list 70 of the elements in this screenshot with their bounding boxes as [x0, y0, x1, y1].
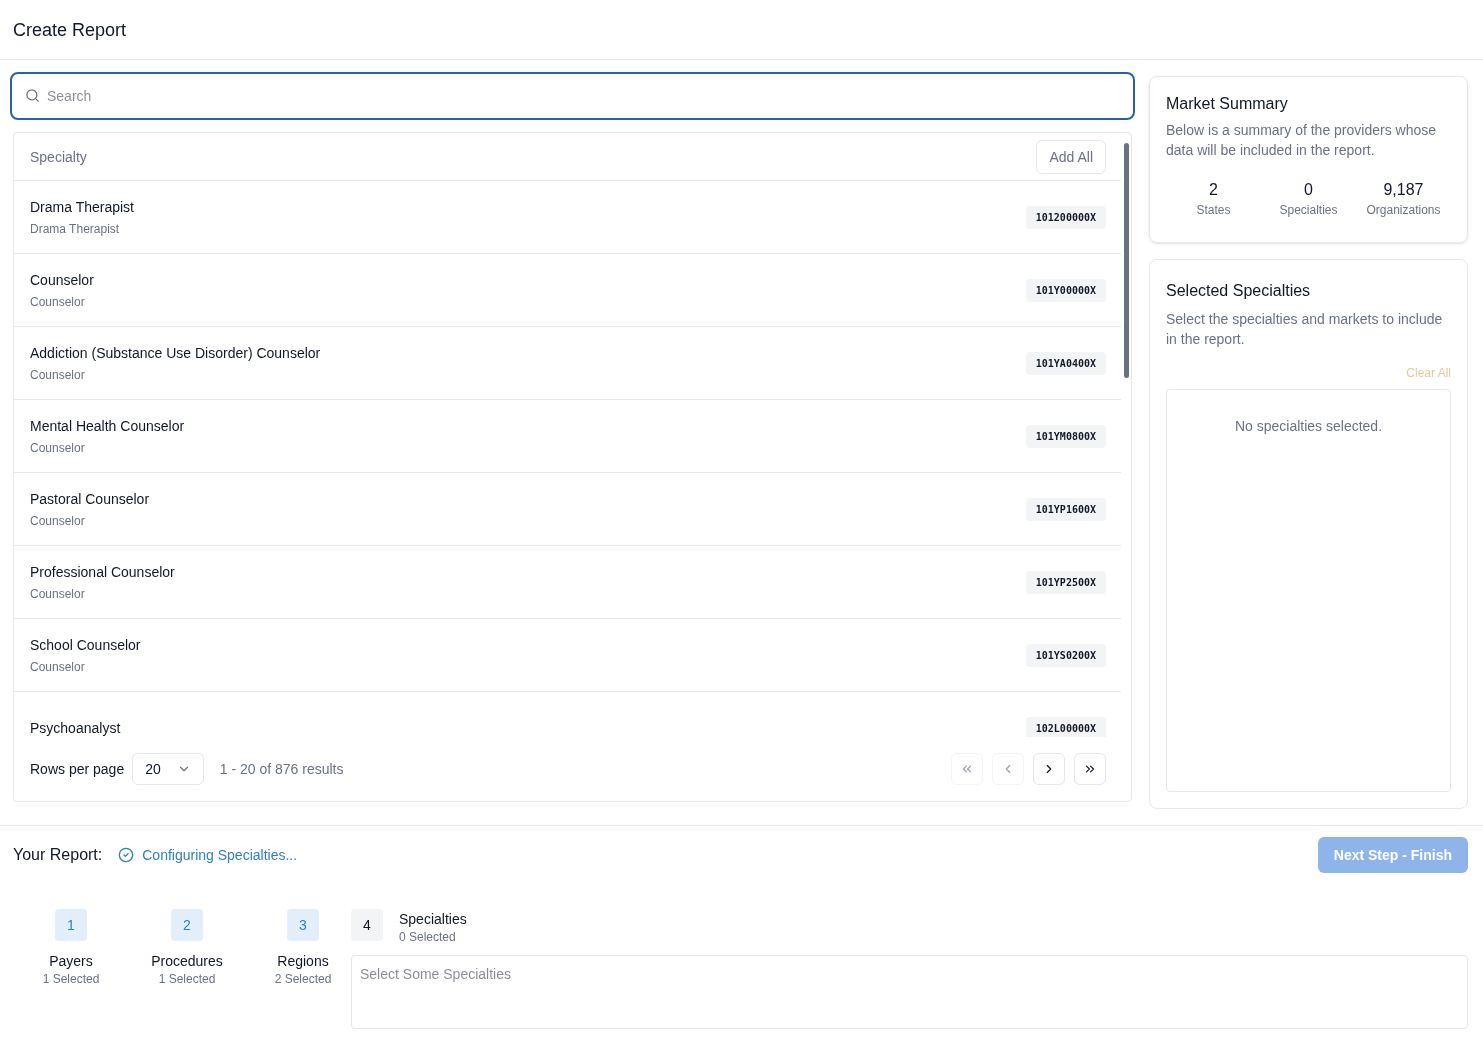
- step-name: Procedures: [151, 952, 223, 971]
- specialty-name: School Counselor: [30, 636, 141, 655]
- stat-value: 9,187: [1383, 180, 1424, 200]
- page-title: Create Report: [13, 18, 127, 42]
- specialty-name: Drama Therapist: [30, 198, 134, 217]
- card-description: Below is a summary of the providers whose data will be included in the report.: [1166, 121, 1437, 160]
- specialty-category: Counselor: [30, 294, 86, 310]
- results-range: 1 - 20 of 876 results: [219, 760, 344, 779]
- card-title: Market Summary: [1166, 94, 1289, 114]
- next-page-button[interactable]: [1033, 753, 1065, 785]
- specialty-row[interactable]: Psychoanalyst 102L00000X: [14, 692, 1121, 737]
- taxonomy-code: 101YP2500X: [1025, 570, 1106, 594]
- taxonomy-code: 101YS0200X: [1025, 643, 1106, 667]
- column-header: Specialty: [30, 147, 87, 167]
- card-description: Select the specialties and markets to include in the report.: [1166, 310, 1444, 349]
- specialties-field[interactable]: Select Some Specialties: [351, 955, 1468, 1029]
- stat-value: 2: [1209, 180, 1218, 200]
- search-field[interactable]: Search: [10, 72, 1135, 120]
- specialty-category: Counselor: [30, 586, 86, 602]
- check-circle-icon: [118, 847, 135, 863]
- specialty-name: Professional Counselor: [30, 563, 175, 582]
- specialty-row[interactable]: Pastoral Counselor Counselor 101YP1600X: [14, 473, 1121, 546]
- stat-label: Organizations: [1366, 202, 1441, 218]
- taxonomy-code: 101YA0400X: [1025, 351, 1106, 375]
- taxonomy-code: 101YP1600X: [1025, 497, 1106, 521]
- card-title: Selected Specialties: [1166, 281, 1312, 301]
- specialty-name: Addiction (Substance Use Disorder) Counselor: [30, 344, 321, 363]
- double-chevron-icon: [960, 762, 974, 776]
- specialty-name: Pastoral Counselor: [30, 490, 150, 509]
- step-number: 2: [171, 909, 203, 941]
- step-count: 1 Selected: [42, 971, 100, 987]
- taxonomy-code: 101200000X: [1025, 205, 1106, 229]
- empty-message: No specialties selected.: [1234, 417, 1383, 436]
- step-count: 2 Selected: [274, 971, 332, 987]
- report-status: Configuring Specialties...: [142, 846, 298, 865]
- specialty-row[interactable]: Drama Therapist Drama Therapist 101200000X: [14, 181, 1121, 254]
- double-chevron-icon: [1083, 762, 1097, 776]
- specialty-name: Mental Health Counselor: [30, 417, 185, 436]
- specialty-name: Psychoanalyst: [30, 719, 121, 737]
- specialty-category: Counselor: [30, 367, 86, 383]
- step-count: 0 Selected: [399, 929, 457, 945]
- stat-value: 0: [1304, 180, 1313, 200]
- step-name: Regions: [277, 952, 329, 971]
- rows-per-page-label: Rows per page: [30, 760, 125, 779]
- step-name: Payers: [49, 952, 93, 971]
- step-number: 3: [287, 909, 319, 941]
- stat-label: States: [1196, 202, 1231, 218]
- specialty-row[interactable]: Mental Health Counselor Counselor 101YM0800X: [14, 400, 1121, 473]
- specialty-name: Counselor: [30, 271, 94, 290]
- taxonomy-code: 102L00000X: [1025, 716, 1106, 737]
- report-label: Your Report:: [13, 845, 103, 865]
- last-page-button[interactable]: [1074, 753, 1106, 785]
- specialty-row[interactable]: Professional Counselor Counselor 101YP2500X: [14, 546, 1121, 619]
- specialty-category: Counselor: [30, 659, 86, 675]
- step-number: 1: [55, 909, 87, 941]
- step-name: Specialties: [399, 910, 467, 929]
- specialty-row[interactable]: Counselor Counselor 101Y00000X: [14, 254, 1121, 327]
- step-count: 1 Selected: [158, 971, 216, 987]
- specialty-category: Drama Therapist: [30, 221, 121, 237]
- taxonomy-code: 101Y00000X: [1025, 278, 1106, 302]
- specialty-category: Counselor: [30, 440, 86, 456]
- specialty-category: Counselor: [30, 513, 86, 529]
- taxonomy-code: 101YM0800X: [1025, 424, 1106, 448]
- specialty-row[interactable]: School Counselor Counselor 101YS0200X: [14, 619, 1121, 692]
- search-icon: [25, 88, 40, 103]
- step-number: 4: [351, 909, 383, 941]
- add-all-button[interactable]: Add All: [1036, 139, 1106, 174]
- stat-label: Specialties: [1279, 202, 1338, 218]
- specialty-row[interactable]: Addiction (Substance Use Disorder) Counselor Counselor 101YA0400X: [14, 327, 1121, 400]
- rows-per-page-select[interactable]: 20: [132, 753, 204, 785]
